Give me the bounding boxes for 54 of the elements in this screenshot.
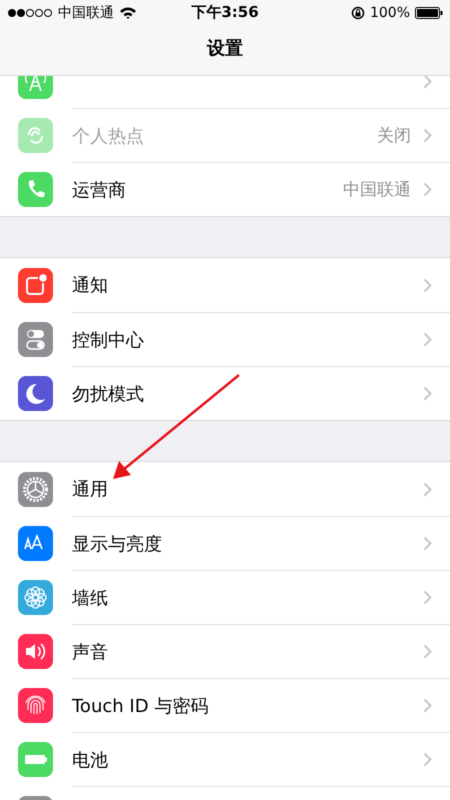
- chevron-icon: [423, 536, 432, 551]
- phone-icon: [18, 172, 53, 206]
- settings-row[interactable]: 电池: [0, 732, 450, 786]
- sound-icon: [18, 634, 53, 668]
- carrier-name: 中国联通: [58, 4, 114, 22]
- battery-icon: [18, 742, 53, 776]
- chevron-icon: [423, 590, 432, 605]
- row-label: 通知: [72, 274, 109, 297]
- moon-icon: [18, 376, 53, 410]
- settings-row[interactable]: 通用: [0, 462, 450, 516]
- fingerprint-icon: [18, 688, 53, 722]
- row-label: 显示与亮度: [72, 532, 163, 556]
- chevron-icon: [423, 278, 432, 292]
- wallpaper-icon: [18, 580, 53, 614]
- row-label: 墙纸: [72, 586, 109, 610]
- hotspot-icon: [18, 118, 53, 152]
- settings-row[interactable]: 通知: [0, 258, 450, 312]
- chevron-icon: [423, 752, 432, 767]
- notifications-icon: [18, 268, 53, 302]
- chevron-icon: [423, 182, 432, 197]
- rotation-lock-icon: [350, 6, 365, 20]
- row-value: 关闭: [377, 125, 411, 147]
- display-icon: [18, 526, 53, 560]
- row-label: 通用: [72, 478, 109, 501]
- gear-icon: [18, 472, 53, 506]
- settings-row[interactable]: 显示与亮度: [0, 516, 450, 570]
- chevron-icon: [423, 482, 432, 496]
- settings-row[interactable]: 勿扰模式: [0, 366, 450, 420]
- chevron-icon: [423, 644, 432, 659]
- row-label: 控制中心: [72, 328, 145, 352]
- clock-time: 下午3:56: [190, 3, 260, 22]
- screen-title: 设置: [206, 37, 244, 60]
- chevron-icon: [423, 386, 432, 401]
- signal-icon: [7, 8, 53, 18]
- chevron-icon: [423, 332, 432, 347]
- row-label: 个人热点: [72, 124, 145, 148]
- row-value: 中国联通: [343, 179, 411, 201]
- settings-row[interactable]: 声音: [0, 624, 450, 678]
- settings-row[interactable]: 运营商 中国联通: [0, 162, 450, 216]
- control-icon: [18, 322, 53, 356]
- chevron-icon: [423, 698, 432, 713]
- settings-row[interactable]: 控制中心: [0, 312, 450, 366]
- row-label: 声音: [72, 640, 109, 664]
- settings-row[interactable]: 墙纸: [0, 570, 450, 624]
- settings-row[interactable]: Touch ID 与密码: [0, 678, 450, 732]
- row-label: 勿扰模式: [72, 382, 145, 406]
- wifi-icon: [119, 6, 137, 19]
- row-label: 运营商: [72, 178, 127, 202]
- battery-icon: [415, 6, 443, 18]
- row-label: Touch ID 与密码: [72, 694, 210, 718]
- row-label: 电池: [72, 748, 109, 772]
- chevron-icon: [423, 128, 432, 143]
- chevron-icon: [423, 76, 432, 88]
- battery-percent: 100%: [370, 4, 410, 20]
